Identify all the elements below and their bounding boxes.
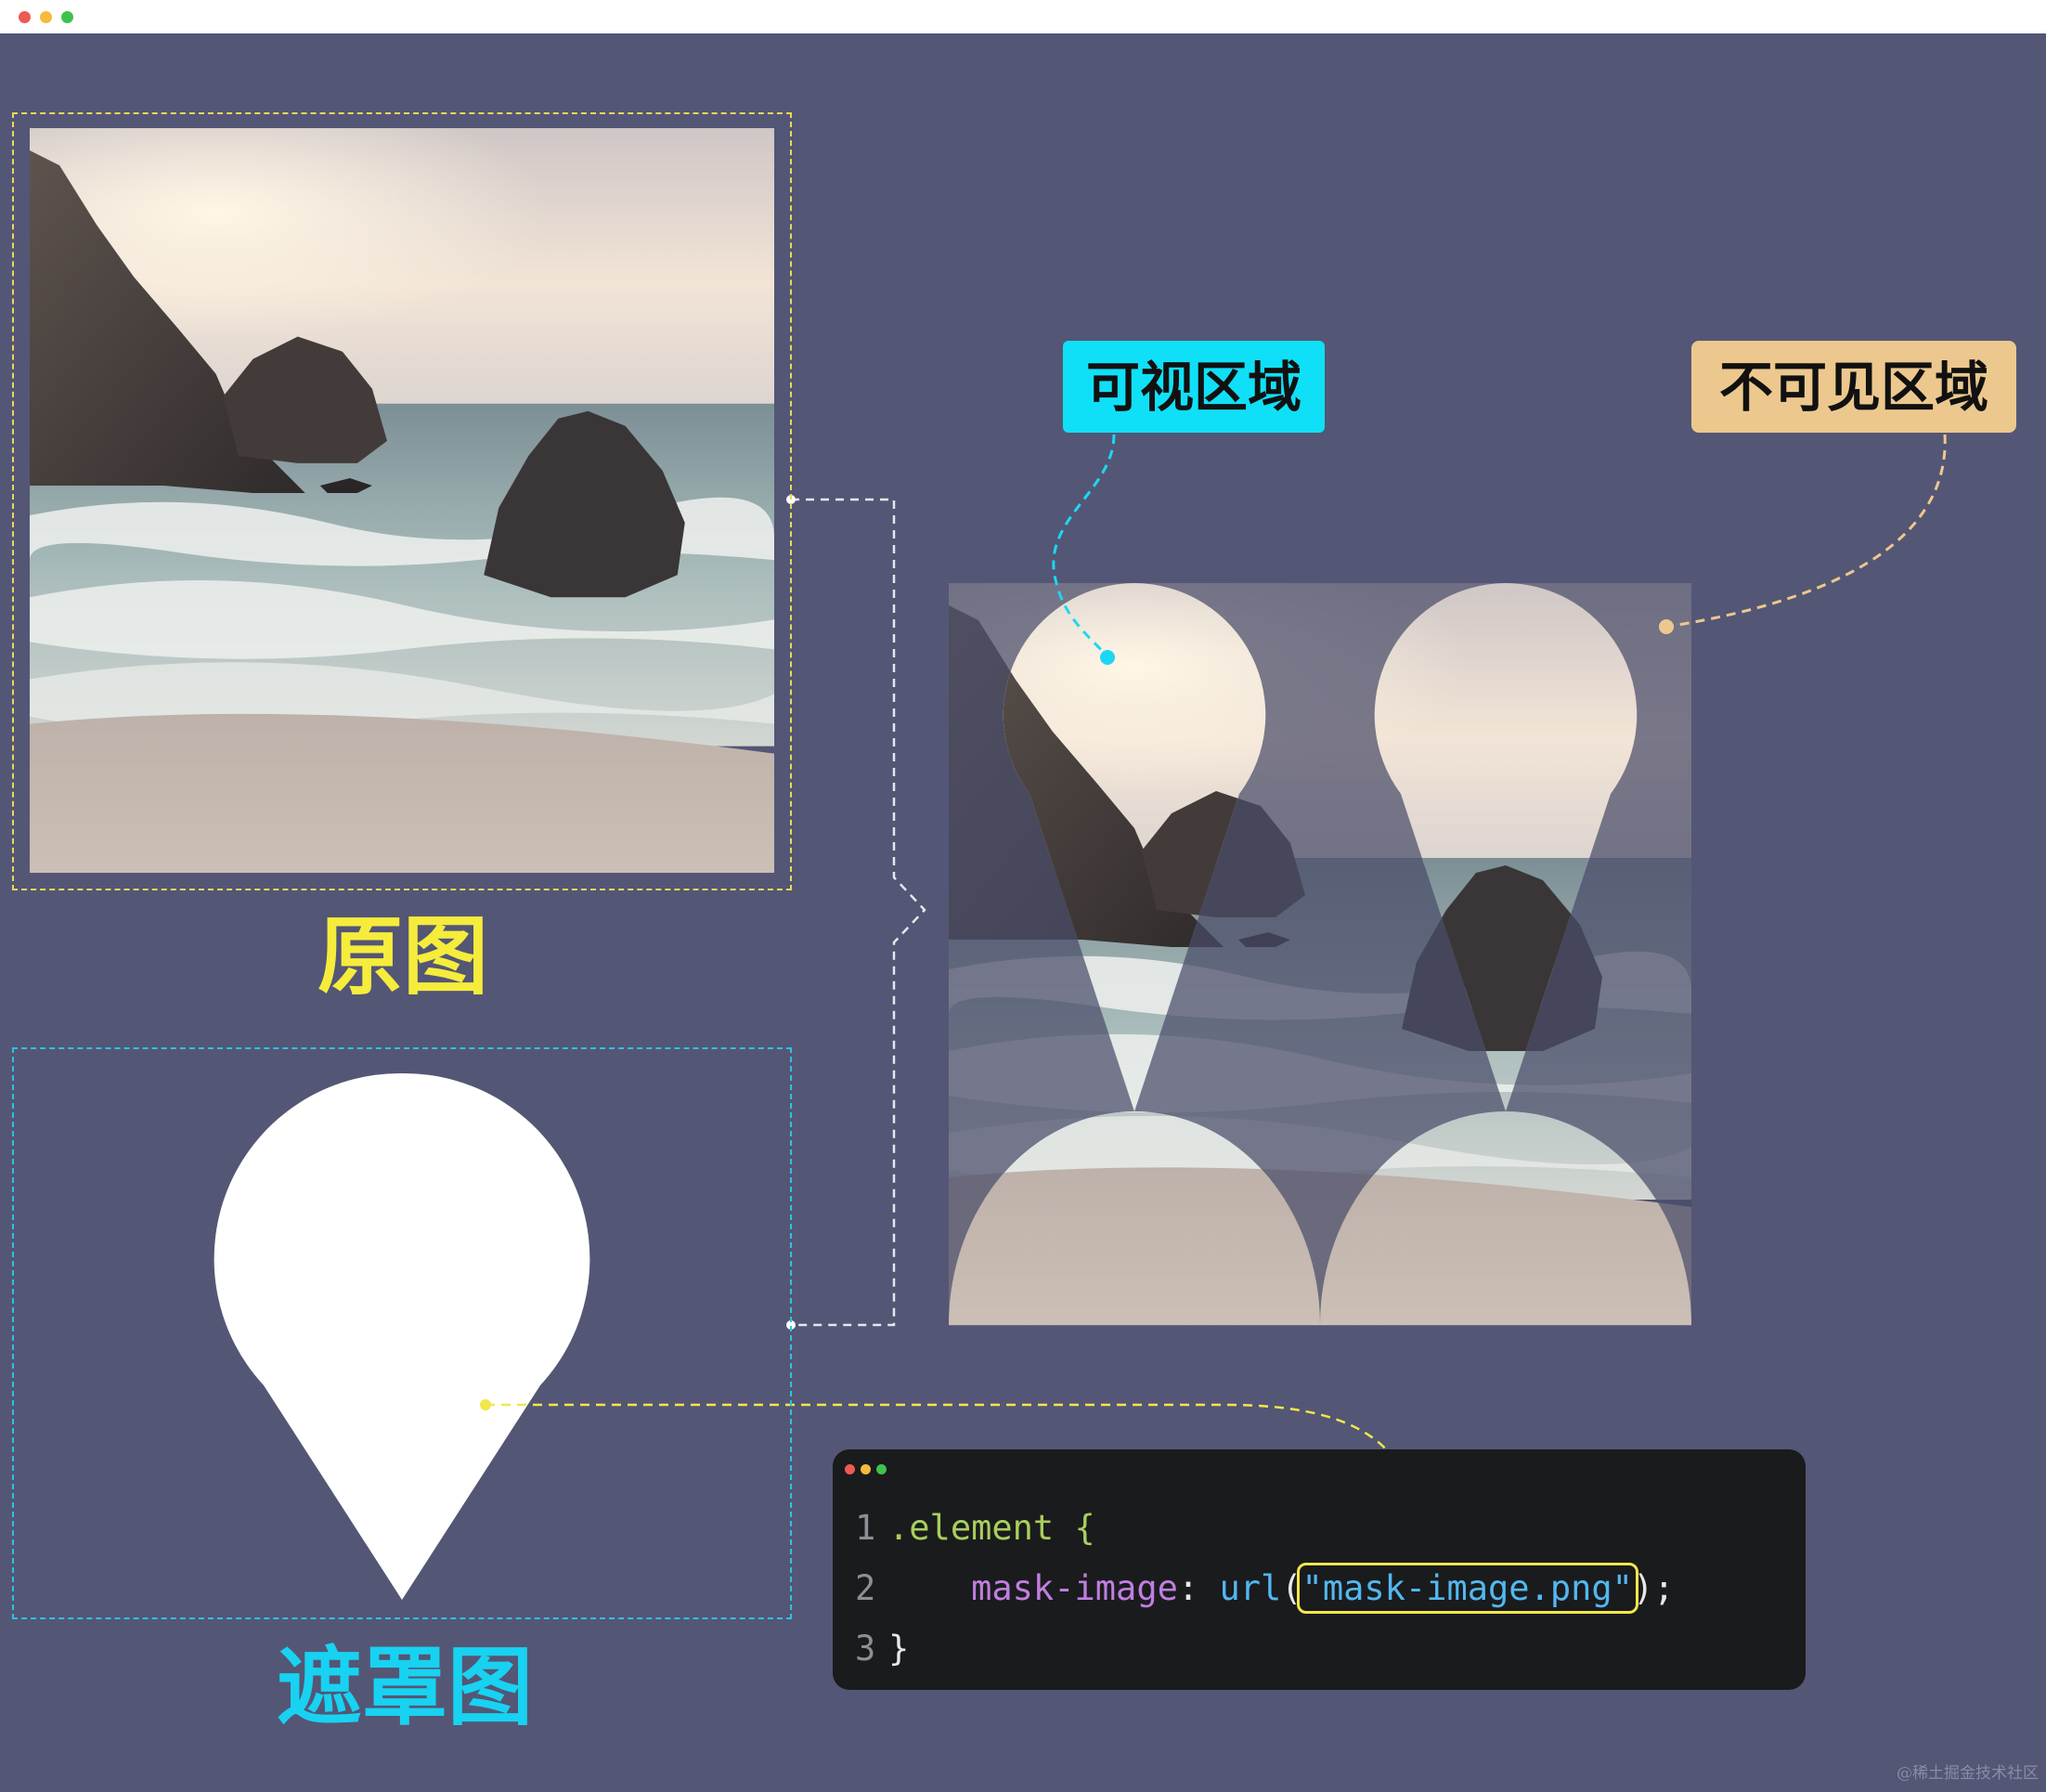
line-number: 1	[855, 1508, 876, 1548]
visible-region-tag: 可视区域	[1063, 341, 1325, 433]
css-property: mask-image	[971, 1568, 1178, 1608]
code-minimize-icon	[861, 1464, 871, 1474]
code-window: 1 .element { 2 mask-image: url("mask-imag…	[833, 1449, 1806, 1690]
code-line-3: 3}	[855, 1631, 909, 1666]
mask-url-string: "mask-image.png"	[1296, 1563, 1638, 1614]
colon: :	[1177, 1568, 1199, 1608]
closing-brace: }	[888, 1629, 910, 1669]
code-line-2: 2 mask-image: url("mask-image.png");	[855, 1563, 1675, 1614]
code-maximize-icon	[876, 1464, 887, 1474]
original-label: 原图	[317, 907, 489, 1006]
bracket-connector	[791, 498, 926, 1327]
invisible-region-tag: 不可见区域	[1691, 341, 2016, 433]
masked-result	[949, 583, 1691, 1326]
line-suffix: );	[1632, 1568, 1675, 1608]
original-image-frame	[12, 112, 792, 890]
invisible-leader-dot	[1659, 619, 1674, 634]
code-line-1: 1 .element {	[855, 1511, 1095, 1545]
open-paren: (	[1281, 1568, 1302, 1608]
code-close-icon	[845, 1464, 855, 1474]
mask-label: 遮罩图	[277, 1638, 534, 1737]
mask-image-frame	[12, 1047, 792, 1619]
watermark: @稀土掘金技术社区	[1897, 1764, 2039, 1783]
selector: .element {	[888, 1508, 1095, 1548]
invisible-leader-line	[1665, 434, 1947, 629]
visible-leader-dot	[1100, 650, 1115, 665]
line-number: 2	[855, 1568, 876, 1608]
line-number: 3	[855, 1629, 876, 1669]
url-function: url	[1219, 1568, 1282, 1608]
